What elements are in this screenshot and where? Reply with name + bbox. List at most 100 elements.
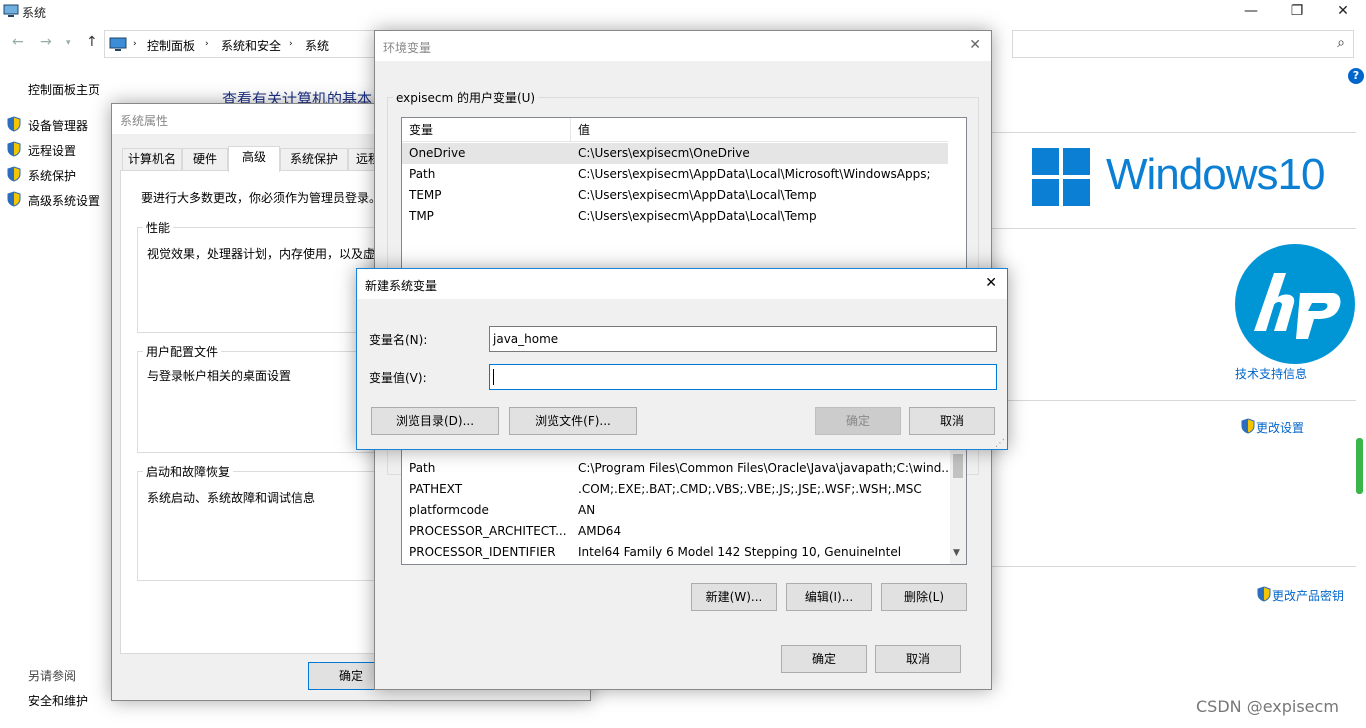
new-variable-button[interactable]: 新建(W)... [691,583,777,611]
advanced-settings-link[interactable]: 高级系统设置 [28,192,100,209]
divider [990,132,1356,133]
var-value: C:\Users\expisecm\AppData\Local\Microsof… [578,167,931,181]
search-input[interactable]: ⌕ [1012,30,1354,58]
startup-recovery-text: 系统启动、系统故障和调试信息 [147,491,316,505]
ok-button[interactable]: 确定 [815,407,901,435]
crumb-separator: › [205,39,209,49]
var-value: AMD64 [578,524,622,538]
var-name: Path [409,167,436,181]
list-header: 变量 值 [402,118,948,142]
table-row[interactable]: PATHEXT .COM;.EXE;.BAT;.CMD;.VBS;.VBE;.J… [402,479,948,500]
tab-hardware[interactable]: 硬件 [182,148,228,170]
computer-icon [3,4,19,17]
table-row[interactable]: TEMP C:\Users\expisecm\AppData\Local\Tem… [402,185,948,206]
security-maintenance-link[interactable]: 安全和维护 [28,692,88,709]
text-cursor [493,369,494,385]
change-settings-link[interactable]: 更改设置 [1256,419,1304,436]
close-icon[interactable]: ✕ [969,37,981,53]
var-name: Path [409,461,436,475]
user-variables-list[interactable]: 变量 值 OneDrive C:\Users\expisecm\OneDrive… [401,117,967,289]
minimize-button[interactable]: — [1228,0,1274,24]
shield-icon [7,191,21,207]
windows-logo-text: Windows10 [1106,150,1325,199]
browse-file-button[interactable]: 浏览文件(F)... [509,407,637,435]
browse-directory-button[interactable]: 浏览目录(D)... [371,407,499,435]
tab-advanced[interactable]: 高级 [228,146,280,172]
remote-settings-link[interactable]: 远程设置 [28,142,76,159]
delete-variable-button[interactable]: 删除(L) [881,583,967,611]
var-name: PATHEXT [409,482,463,496]
restore-button[interactable]: ❐ [1274,0,1320,24]
windows-logo-icon [1032,148,1092,206]
tab-system-protection[interactable]: 系统保护 [280,148,348,170]
column-header-value[interactable]: 值 [578,120,590,141]
new-system-variable-dialog: 新建系统变量 ✕ 变量名(N): java_home 变量值(V): 浏览目录(… [356,268,1008,450]
shield-icon [1241,418,1255,434]
variable-value-input[interactable] [489,364,997,390]
close-button[interactable]: ✕ [1320,0,1366,24]
var-name: TEMP [409,188,442,202]
dialog-title: 新建系统变量 [357,269,1007,299]
tab-computer-name[interactable]: 计算机名 [122,148,182,170]
hp-logo-icon [1235,244,1355,364]
crumb-separator: › [289,39,293,49]
cancel-button[interactable]: 取消 [875,645,961,673]
var-name: platformcode [409,503,489,517]
table-row[interactable]: Path C:\Program Files\Common Files\Oracl… [402,458,948,479]
up-arrow-icon[interactable]: ↑ [86,34,98,50]
main-title-bar: 系统 — ❐ ✕ [0,0,1366,24]
ok-button[interactable]: 确定 [781,645,867,673]
crumb-separator: › [133,39,137,49]
see-also-heading: 另请参阅 [28,669,77,683]
column-header-name[interactable]: 变量 [409,120,433,141]
support-info-link[interactable]: 技术支持信息 [1235,365,1307,382]
variable-value-label: 变量值(V): [369,371,427,385]
resize-grip-icon[interactable]: ⋰ [995,438,1005,449]
change-product-key-link[interactable]: 更改产品密钥 [1272,587,1344,604]
window-title: 系统 [22,6,47,20]
vertical-scrollbar[interactable]: ▼ [950,446,966,564]
device-manager-link[interactable]: 设备管理器 [28,117,88,134]
shield-icon [7,116,21,132]
scroll-down-icon[interactable]: ▼ [953,548,960,558]
cancel-button[interactable]: 取消 [909,407,995,435]
breadcrumb-control-panel[interactable]: 控制面板 [147,37,195,54]
recent-chevron-icon[interactable]: ▾ [66,38,71,48]
system-protection-link[interactable]: 系统保护 [28,167,76,184]
watermark-text: CSDN @expisecm [1196,697,1339,716]
divider [990,566,1356,567]
divider [990,228,1356,229]
shield-icon [7,141,21,157]
var-name: TMP [409,209,434,223]
var-value: Intel64 Family 6 Model 142 Stepping 10, … [578,545,902,559]
var-name: PROCESSOR_ARCHITECT... [409,524,567,538]
control-panel-home-link[interactable]: 控制面板主页 [28,81,100,98]
help-icon[interactable]: ? [1348,68,1364,84]
breadcrumb-system[interactable]: 系统 [305,37,329,54]
var-name: PROCESSOR_IDENTIFIER [409,545,556,559]
var-value: C:\Users\expisecm\AppData\Local\Temp [578,188,817,202]
search-icon[interactable]: ⌕ [1337,35,1345,51]
control-panel-icon [109,37,127,51]
table-row[interactable]: TMP C:\Users\expisecm\AppData\Local\Temp [402,206,948,227]
table-row[interactable]: PROCESSOR_ARCHITECT... AMD64 [402,521,948,542]
scrollbar-thumb[interactable] [1356,438,1363,494]
close-icon[interactable]: ✕ [985,275,997,291]
var-value: C:\Program Files\Common Files\Oracle\Jav… [578,461,948,475]
forward-arrow-icon[interactable]: → [40,34,52,50]
variable-name-input[interactable]: java_home [489,326,997,352]
edit-variable-button[interactable]: 编辑(I)... [786,583,872,611]
breadcrumb-security[interactable]: 系统和安全 [221,37,281,54]
table-row[interactable]: OneDrive C:\Users\expisecm\OneDrive [402,143,948,164]
var-value: .COM;.EXE;.BAT;.CMD;.VBS;.VBE;.JS;.JSE;.… [578,482,922,496]
user-profile-text: 与登录帐户相关的桌面设置 [147,369,292,383]
var-value: C:\Users\expisecm\OneDrive [578,146,750,160]
back-arrow-icon[interactable]: ← [12,34,24,50]
table-row[interactable]: platformcode AN [402,500,948,521]
table-row[interactable]: Path C:\Users\expisecm\AppData\Local\Mic… [402,164,948,185]
variable-name-label: 变量名(N): [369,333,428,347]
scrollbar-thumb[interactable] [953,454,963,478]
table-row[interactable]: PROCESSOR_IDENTIFIER Intel64 Family 6 Mo… [402,542,948,563]
var-value: C:\Users\expisecm\AppData\Local\Temp [578,209,817,223]
system-variables-list[interactable]: Path C:\Program Files\Common Files\Oracl… [401,445,967,565]
